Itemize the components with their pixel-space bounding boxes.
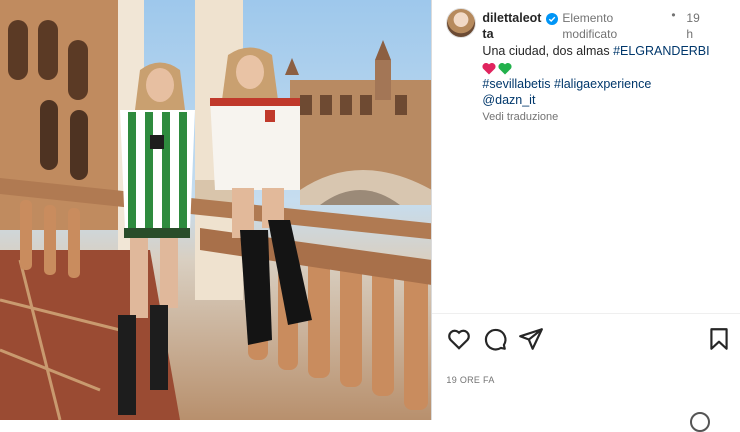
share-icon[interactable] — [518, 326, 544, 352]
edited-label: Elemento modificato — [562, 11, 618, 41]
like-heart-icon[interactable] — [446, 326, 472, 352]
comment-icon[interactable] — [482, 326, 508, 352]
post-header: dilettaleotta Elemento modificato • 19 h — [446, 8, 732, 44]
post-caption: Una ciudad, dos almas #ELGRANDERBI #sevi… — [482, 43, 732, 108]
divider — [432, 313, 740, 314]
caption-line: Una ciudad, dos almas #ELGRANDERBI — [482, 43, 732, 59]
post-timestamp: 19 ORE FA — [446, 375, 495, 385]
separator-dot: • — [671, 8, 676, 22]
red-heart-emoji — [482, 62, 496, 74]
emoji-row — [482, 60, 732, 76]
caption-text: Una ciudad, dos almas — [482, 44, 614, 58]
mention-link[interactable]: @dazn_it — [482, 92, 732, 108]
instagram-post: dilettaleotta Elemento modificato • 19 h… — [0, 0, 740, 432]
avatar[interactable] — [446, 8, 477, 38]
hashtag-elgranderbi[interactable]: #ELGRANDERBI — [613, 44, 710, 58]
post-side-panel: dilettaleotta Elemento modificato • 19 h… — [431, 0, 740, 420]
action-bar — [446, 326, 732, 352]
save-bookmark-icon[interactable] — [706, 326, 732, 352]
post-time[interactable]: 19 h — [686, 10, 700, 42]
green-heart-emoji — [498, 62, 512, 74]
photo-illustration — [0, 0, 432, 420]
post-photo[interactable] — [0, 0, 432, 420]
verified-badge-icon — [546, 13, 559, 25]
see-translation-link[interactable]: Vedi traduzione — [482, 111, 558, 123]
hashtags-line[interactable]: #sevillabetis #laligaexperience — [482, 76, 732, 92]
emoji-picker-icon[interactable] — [690, 412, 710, 432]
username[interactable]: dilettaleotta — [482, 10, 542, 42]
